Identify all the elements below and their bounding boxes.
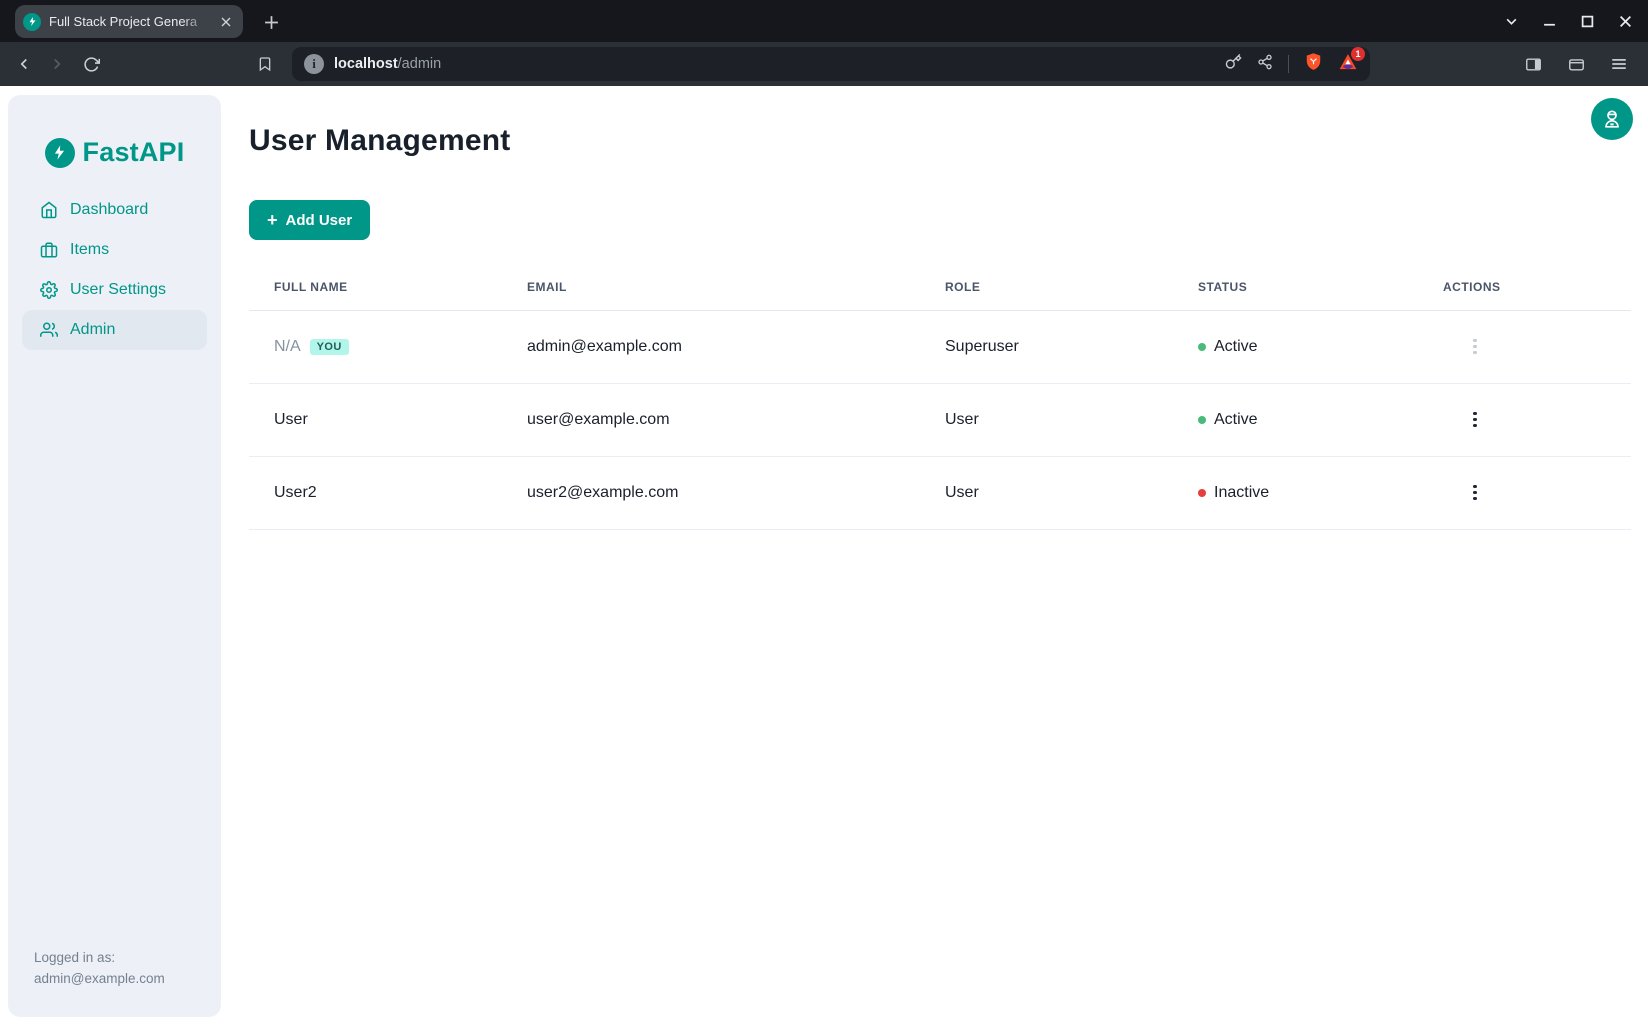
- add-user-button[interactable]: + Add User: [249, 200, 370, 240]
- cell-actions: [1418, 310, 1631, 383]
- cell-full-name: User2: [249, 456, 502, 529]
- tab-search-chevron-icon[interactable]: [1505, 15, 1518, 28]
- fastapi-logo-text: FastAPI: [83, 137, 185, 168]
- share-icon[interactable]: [1257, 54, 1273, 75]
- column-header-actions: ACTIONS: [1418, 264, 1631, 310]
- cell-actions: [1418, 456, 1631, 529]
- cell-email: user@example.com: [502, 383, 920, 456]
- tab-close-icon[interactable]: [217, 13, 235, 31]
- divider: [1288, 55, 1289, 73]
- browser-tab[interactable]: Full Stack Project Genera: [15, 5, 243, 38]
- logged-in-label: Logged in as:: [34, 947, 201, 968]
- sidebar-item-label: Dashboard: [70, 201, 148, 219]
- cell-actions: [1418, 383, 1631, 456]
- status-dot-icon: [1198, 416, 1206, 424]
- status-dot-icon: [1198, 343, 1206, 351]
- password-key-icon[interactable]: [1225, 53, 1242, 75]
- wallet-icon[interactable]: [1561, 49, 1591, 79]
- users-icon: [40, 321, 58, 339]
- table-row: User2 user2@example.com User Inactive: [249, 456, 1631, 529]
- status-dot-icon: [1198, 489, 1206, 497]
- you-badge: YOU: [310, 339, 349, 355]
- column-header-status: STATUS: [1173, 264, 1418, 310]
- fastapi-favicon-icon: [23, 13, 41, 31]
- page-title: User Management: [249, 124, 510, 158]
- window-maximize-button[interactable]: [1581, 15, 1594, 28]
- brave-rewards-icon[interactable]: 1: [1338, 52, 1358, 77]
- sidebar-item-user-settings[interactable]: User Settings: [22, 270, 207, 310]
- brave-shield-icon[interactable]: [1304, 52, 1323, 76]
- bookmark-icon[interactable]: [250, 49, 280, 79]
- user-avatar-button[interactable]: [1591, 98, 1633, 140]
- cell-status: Inactive: [1173, 456, 1418, 529]
- row-actions-kebab-icon[interactable]: [1462, 405, 1488, 435]
- side-panel-icon[interactable]: [1518, 49, 1548, 79]
- add-user-label: Add User: [286, 212, 353, 229]
- table-row: User user@example.com User Active: [249, 383, 1631, 456]
- briefcase-icon: [40, 241, 58, 259]
- url-bar[interactable]: i localhost/admin 1: [292, 47, 1370, 81]
- rewards-notification-badge: 1: [1351, 47, 1365, 61]
- users-table: FULL NAMEEMAILROLESTATUSACTIONS N/AYOU a…: [249, 264, 1631, 530]
- app-content: FastAPI Dashboard Items User Settings Admin…: [0, 86, 1648, 1025]
- window-close-button[interactable]: [1619, 15, 1632, 28]
- cell-role: User: [920, 456, 1173, 529]
- column-header-full-name: FULL NAME: [249, 264, 502, 310]
- cell-full-name: N/AYOU: [249, 310, 502, 383]
- table-row: N/AYOU admin@example.com Superuser Activ…: [249, 310, 1631, 383]
- reload-button[interactable]: [76, 49, 106, 79]
- plus-icon: +: [267, 211, 278, 229]
- sidebar-item-label: Items: [70, 241, 109, 259]
- cell-email: user2@example.com: [502, 456, 920, 529]
- sidebar-nav: Dashboard Items User Settings Admin: [8, 190, 221, 350]
- gear-icon: [40, 281, 58, 299]
- cell-status: Active: [1173, 310, 1418, 383]
- row-actions-kebab-icon[interactable]: [1462, 478, 1488, 508]
- home-icon: [40, 201, 58, 219]
- sidebar-item-admin[interactable]: Admin: [22, 310, 207, 350]
- menu-hamburger-icon[interactable]: [1604, 49, 1634, 79]
- back-button[interactable]: [9, 49, 39, 79]
- new-tab-button[interactable]: [258, 9, 284, 35]
- tab-title: Full Stack Project Genera: [49, 14, 209, 29]
- url-path: /admin: [398, 56, 442, 72]
- logged-in-email: admin@example.com: [34, 968, 201, 989]
- browser-tab-bar: Full Stack Project Genera: [0, 0, 1648, 42]
- cell-role: User: [920, 383, 1173, 456]
- fastapi-logo-icon: [45, 138, 75, 168]
- cell-status: Active: [1173, 383, 1418, 456]
- sidebar-item-label: Admin: [70, 321, 115, 339]
- sidebar-item-items[interactable]: Items: [22, 230, 207, 270]
- cell-role: Superuser: [920, 310, 1173, 383]
- sidebar: FastAPI Dashboard Items User Settings Admin…: [8, 95, 221, 1017]
- window-minimize-button[interactable]: [1543, 15, 1556, 28]
- browser-toolbar: i localhost/admin 1: [0, 42, 1648, 86]
- sidebar-item-dashboard[interactable]: Dashboard: [22, 190, 207, 230]
- cell-full-name: User: [249, 383, 502, 456]
- url-text: localhost/admin: [334, 56, 441, 72]
- table-header-row: FULL NAMEEMAILROLESTATUSACTIONS: [249, 264, 1631, 310]
- row-actions-kebab-icon[interactable]: [1462, 332, 1488, 362]
- forward-button[interactable]: [42, 49, 72, 79]
- cell-email: admin@example.com: [502, 310, 920, 383]
- site-info-icon[interactable]: i: [304, 54, 324, 74]
- column-header-email: EMAIL: [502, 264, 920, 310]
- column-header-role: ROLE: [920, 264, 1173, 310]
- url-host: localhost: [334, 56, 398, 72]
- logged-in-info: Logged in as: admin@example.com: [8, 947, 221, 1017]
- sidebar-item-label: User Settings: [70, 281, 166, 299]
- fastapi-logo: FastAPI: [45, 137, 185, 168]
